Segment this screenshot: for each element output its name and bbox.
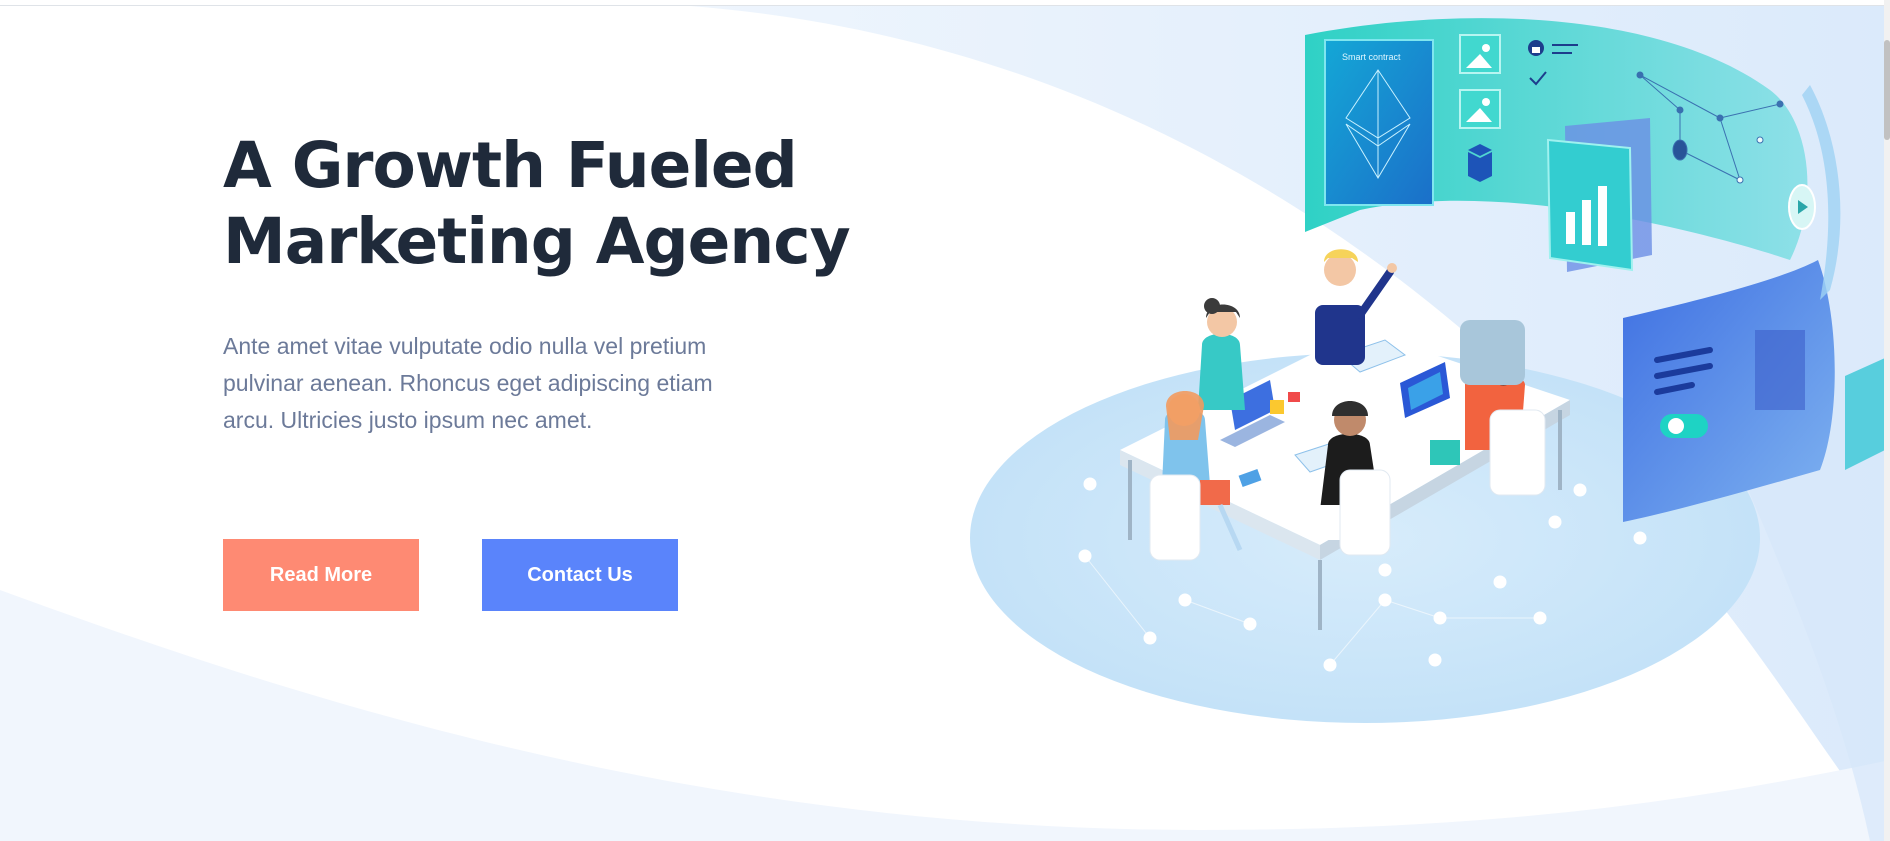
- scrollbar-thumb[interactable]: [1884, 40, 1890, 140]
- hero-description: Ante amet vitae vulputate odio nulla vel…: [223, 328, 743, 439]
- hero-title-line2: Marketing Agency: [223, 205, 851, 278]
- hero-title: A Growth Fueled Marketing Agency: [223, 128, 923, 280]
- hero-description-line3: arcu. Ultricies justo ipsum nec amet.: [223, 407, 593, 433]
- contact-us-button[interactable]: Contact Us: [482, 539, 678, 611]
- read-more-button[interactable]: Read More: [223, 539, 419, 611]
- hero-section: A Growth Fueled Marketing Agency Ante am…: [0, 0, 1890, 841]
- hero-description-line2: pulvinar aenean. Rhoncus eget adipiscing…: [223, 370, 713, 396]
- vertical-scrollbar[interactable]: [1884, 0, 1890, 841]
- hero-description-line1: Ante amet vitae vulputate odio nulla vel…: [223, 333, 707, 359]
- hero-title-line1: A Growth Fueled: [223, 129, 798, 202]
- top-border: [0, 0, 1890, 6]
